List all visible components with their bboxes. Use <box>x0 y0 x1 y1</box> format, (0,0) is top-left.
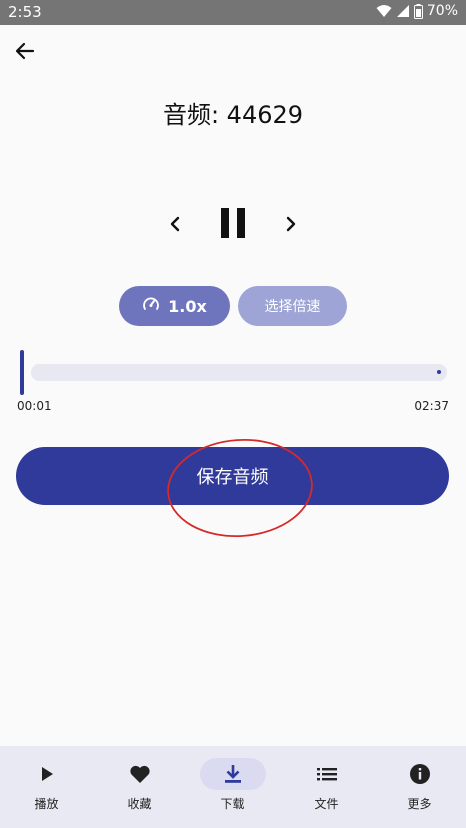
nav-label-more: 更多 <box>407 797 432 811</box>
pause-button[interactable] <box>219 207 247 239</box>
status-icons: 70% <box>376 3 458 19</box>
previous-button[interactable] <box>166 214 184 234</box>
battery-icon <box>413 3 423 19</box>
speedometer-icon <box>142 295 160 317</box>
nav-label-download: 下载 <box>220 797 245 811</box>
nav-item-download[interactable]: 下载 <box>186 746 279 828</box>
pause-icon <box>221 208 245 238</box>
bottom-navigation: 播放 收藏 下载 文件 更多 <box>0 746 466 828</box>
status-bar: 2:53 70% <box>0 0 466 25</box>
progress-track[interactable] <box>31 364 447 381</box>
select-speed-button[interactable]: 选择倍速 <box>238 286 347 326</box>
speed-value: 1.0x <box>168 296 207 316</box>
chevron-right-icon <box>286 216 296 232</box>
back-button[interactable] <box>12 38 38 64</box>
nav-label-files: 文件 <box>314 797 339 811</box>
nav-label-favorites: 收藏 <box>127 797 152 811</box>
wifi-icon <box>376 4 392 18</box>
nav-item-favorites[interactable]: 收藏 <box>93 746 186 828</box>
info-icon <box>409 764 430 784</box>
track-end-dot <box>437 370 441 374</box>
progress-thumb[interactable] <box>20 350 24 395</box>
speed-button[interactable]: 1.0x <box>119 286 230 326</box>
playback-controls <box>0 202 466 246</box>
status-time: 2:53 <box>8 3 42 21</box>
heart-icon <box>129 765 150 783</box>
current-time: 00:01 <box>17 399 52 413</box>
nav-active-indicator <box>199 758 266 790</box>
total-time: 02:37 <box>414 399 449 413</box>
chevron-left-icon <box>170 216 180 232</box>
nav-item-more[interactable]: 更多 <box>373 746 466 828</box>
nav-item-play[interactable]: 播放 <box>0 746 93 828</box>
signal-icon <box>396 4 410 18</box>
next-button[interactable] <box>282 214 300 234</box>
play-icon <box>41 767 53 781</box>
nav-item-files[interactable]: 文件 <box>280 746 373 828</box>
arrow-left-icon <box>15 42 35 60</box>
download-icon <box>224 765 241 783</box>
list-icon <box>316 768 337 781</box>
battery-percent: 70% <box>426 3 458 19</box>
save-audio-button[interactable]: 保存音频 <box>16 447 449 505</box>
nav-label-play: 播放 <box>34 797 59 811</box>
page-title: 音频: 44629 <box>162 101 304 129</box>
